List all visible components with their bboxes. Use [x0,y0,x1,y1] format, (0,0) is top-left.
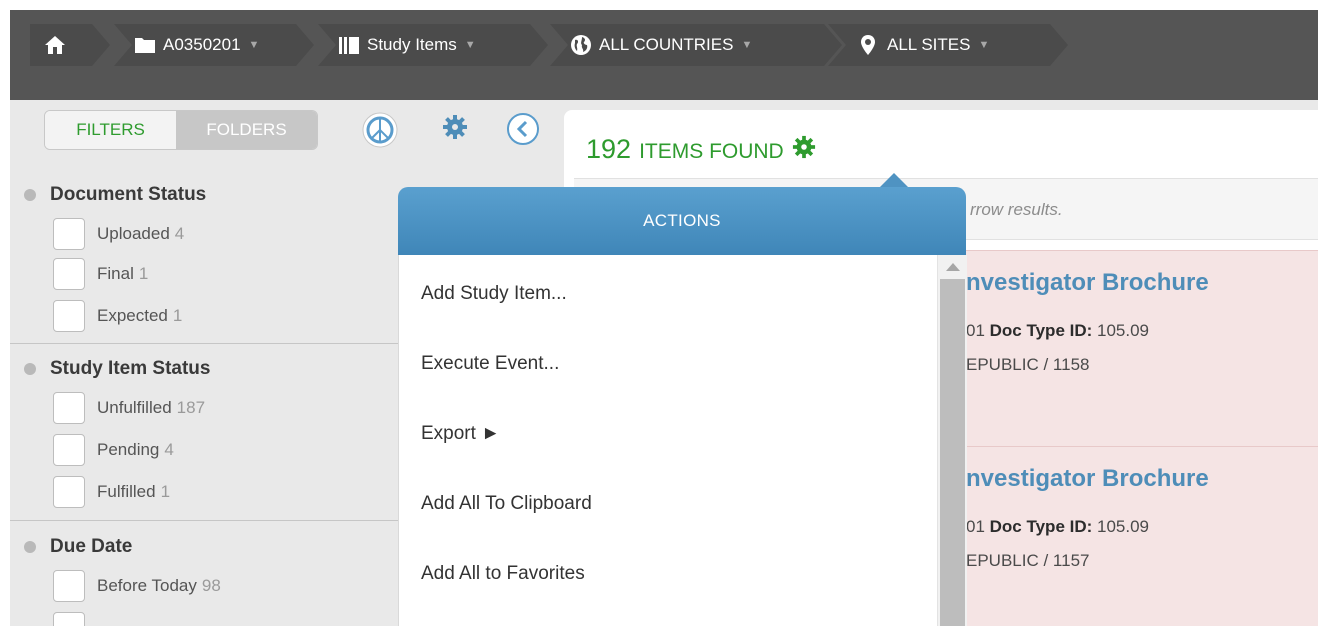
filter-count: 1 [172,306,183,325]
library-icon [338,35,360,55]
filter-count: 1 [160,482,171,501]
checkbox[interactable] [53,218,85,250]
result-meta: 01 Doc Type ID: 105.09 [966,517,1149,537]
filter-item-pending[interactable]: Pending 4 [53,434,174,466]
filter-group-title: Document Status [50,184,207,205]
top-bar: A0350201 ▼ Study Items ▼ ALL COUNTRIES ▼ [0,0,1318,100]
folder-icon [134,36,156,54]
chevron-down-icon: ▼ [248,39,260,51]
breadcrumb-countries-label: ALL COUNTRIES [599,35,734,54]
filter-label: Before Today [97,576,197,595]
filter-group-study-item-status[interactable]: Study Item Status [24,358,210,380]
gear-icon[interactable] [442,114,468,145]
breadcrumb-sites[interactable]: ALL SITES ▼ [828,24,1068,66]
filter-label: Expected [97,306,168,325]
menu-item-add-all-to-favorites[interactable]: Add All to Favorites [421,563,585,585]
breadcrumb-study-label: A0350201 [163,35,241,54]
chevron-down-icon: ▼ [741,39,753,51]
filter-item-uploaded[interactable]: Uploaded 4 [53,218,184,250]
actions-menu: ACTIONS Add Study Item... Execute Event.… [398,173,967,626]
result-location: EPUBLIC / 1158 [966,355,1090,374]
checkbox[interactable] [53,612,85,626]
actions-menu-body: Add Study Item... Execute Event... Expor… [398,255,967,626]
result-meta-value: 105.09 [1092,517,1150,536]
menu-item-add-all-to-clipboard[interactable]: Add All To Clipboard [421,493,592,515]
menu-item-export[interactable]: Export ► [421,423,500,445]
breadcrumb-home[interactable] [30,24,110,66]
filter-label: Pending [97,440,160,459]
tab-filters[interactable]: FILTERS [45,111,177,149]
menu-item-add-study-item[interactable]: Add Study Item... [421,283,567,305]
result-meta-key: Doc Type ID: [989,517,1093,536]
chevron-down-icon: ▼ [978,39,990,51]
collapse-dot-icon [24,363,36,375]
tab-folders[interactable]: FOLDERS [176,111,317,149]
filter-count: 1 [138,264,149,283]
result-meta-prefix: 01 [966,321,990,340]
search-hint: rrow results. [970,200,1063,219]
items-found-label: ITEMS FOUND [639,140,784,163]
checkbox[interactable] [53,434,85,466]
checkbox[interactable] [53,392,85,424]
filter-item-before-today[interactable]: Before Today 98 [53,570,221,602]
result-location: EPUBLIC / 1157 [966,551,1090,570]
checkbox[interactable] [53,570,85,602]
peace-clock-icon[interactable] [362,112,398,153]
globe-icon [570,34,592,56]
filter-count: 4 [174,224,185,243]
filter-count: 4 [164,440,174,459]
filter-group-title: Study Item Status [50,358,211,379]
filter-item-final[interactable]: Final 1 [53,258,148,290]
breadcrumb-bar: A0350201 ▼ Study Items ▼ ALL COUNTRIES ▼ [10,10,1318,100]
collapse-dot-icon [24,541,36,553]
collapse-sidebar-icon[interactable] [506,112,540,151]
items-found-count: 192 [586,134,632,164]
filter-item-unfulfilled[interactable]: Unfulfilled 187 [53,392,205,424]
gear-icon[interactable] [792,135,816,164]
filter-item-fulfilled[interactable]: Fulfilled 1 [53,476,170,508]
breadcrumb-section[interactable]: Study Items ▼ [318,24,548,66]
result-meta-key: Doc Type ID: [989,321,1093,340]
result-title[interactable]: nvestigator Brochure [966,269,1209,297]
breadcrumb-section-label: Study Items [367,35,457,54]
result-meta-prefix: 01 [966,517,990,536]
filter-item-expected[interactable]: Expected 1 [53,300,182,332]
scroll-up-icon[interactable] [946,263,960,271]
filter-group-due-date[interactable]: Due Date [24,536,132,558]
result-title[interactable]: nvestigator Brochure [966,465,1209,493]
filter-label: Uploaded [97,224,170,243]
filter-label: Unfulfilled [97,398,172,417]
checkbox[interactable] [53,476,85,508]
breadcrumb-study[interactable]: A0350201 ▼ [114,24,314,66]
breadcrumb-countries[interactable]: ALL COUNTRIES ▼ [550,24,842,66]
checkbox[interactable] [53,258,85,290]
result-meta-value: 105.09 [1092,321,1150,340]
checkbox[interactable] [53,300,85,332]
chevron-down-icon: ▼ [464,39,476,51]
home-icon [44,35,66,55]
breadcrumb-sites-label: ALL SITES [887,35,971,54]
filter-label: Fulfilled [97,482,156,501]
actions-menu-title: ACTIONS [398,187,966,255]
filter-count: 98 [201,576,221,595]
result-meta: 01 Doc Type ID: 105.09 [966,321,1149,341]
filter-item-partial[interactable] [53,612,97,626]
filters-folders-toggle: FILTERS FOLDERS [44,110,318,150]
filter-group-document-status[interactable]: Document Status [24,184,206,206]
filter-group-title: Due Date [50,536,133,557]
filter-label: Final [97,264,134,283]
scrollbar-thumb[interactable] [940,279,965,626]
menu-scrollbar[interactable] [937,255,967,626]
menu-item-execute-event[interactable]: Execute Event... [421,353,559,375]
collapse-dot-icon [24,189,36,201]
items-found-header: 192 ITEMS FOUND [586,134,816,165]
map-pin-icon [860,34,876,56]
filter-count: 187 [176,398,206,417]
